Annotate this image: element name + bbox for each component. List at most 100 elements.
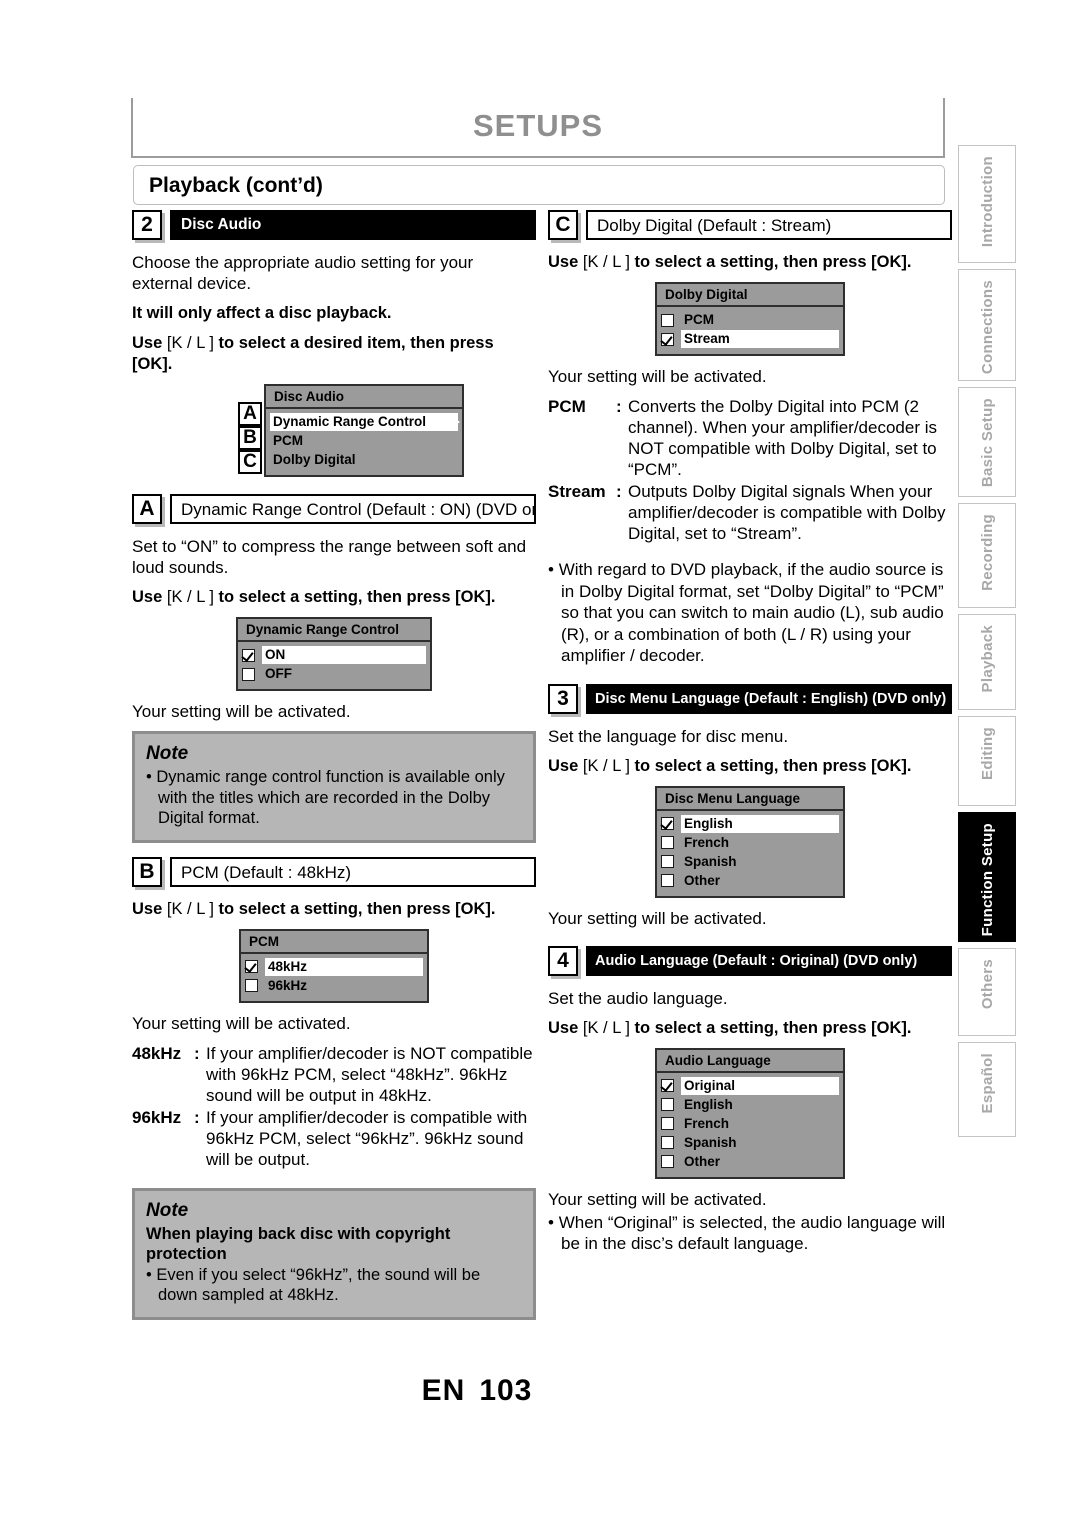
osd-menu-title: PCM: [241, 930, 427, 954]
checkbox-checked-icon[interactable]: [242, 648, 255, 662]
instruction-post: to select a setting, then press [OK].: [218, 899, 496, 918]
osd-item[interactable]: French: [661, 834, 839, 852]
subsection-header-dolby-digital: C Dolby Digital (Default : Stream): [548, 210, 952, 242]
definition-text: Outputs Dolby Digital signals When your …: [628, 482, 946, 543]
osd-item[interactable]: 96kHz: [245, 977, 423, 995]
section-title: Playback (cont’d): [149, 174, 323, 197]
instruction-pre: Use: [132, 899, 163, 918]
subsection-header-dynamic-range: A Dynamic Range Control (Default : ON) (…: [132, 494, 536, 526]
osd-menu-dynamic-range-control[interactable]: Dynamic Range Control ON OFF: [236, 617, 432, 691]
sidebar-tab-introduction[interactable]: Introduction: [958, 145, 1016, 263]
disc-audio-menu-group: A B C Disc Audio Dynamic Range Control P…: [132, 384, 536, 480]
osd-item[interactable]: Spanish: [661, 853, 839, 871]
tab-label: Editing: [978, 727, 996, 780]
osd-menu-title: Disc Menu Language: [657, 787, 843, 811]
checkbox-empty-icon[interactable]: [661, 855, 674, 868]
osd-menu-title: Audio Language: [657, 1049, 843, 1073]
osd-item[interactable]: OFF: [242, 665, 426, 683]
checkbox-checked-icon[interactable]: [245, 960, 258, 973]
dolby-activated: Your setting will be activated.: [548, 367, 767, 386]
instruction-pre: Use: [548, 756, 579, 775]
subsection-letter: B: [132, 856, 162, 887]
sidebar-tab-others[interactable]: Others: [958, 948, 1016, 1036]
note-title: Note: [146, 1199, 189, 1221]
instruction-keys: [K / L ]: [582, 1018, 630, 1037]
instruction-pre: Use: [132, 588, 163, 606]
definition-term: 48kHz: [132, 1043, 182, 1063]
sidebar-tab-recording[interactable]: Recording: [958, 503, 1016, 608]
osd-item-label: Spanish: [684, 1134, 737, 1150]
osd-menu-audio-language[interactable]: Audio Language Original English French S…: [655, 1047, 845, 1179]
osd-menu-disc-audio[interactable]: Disc Audio Dynamic Range Control PCM Dol…: [264, 384, 464, 477]
osd-item[interactable]: ON: [242, 646, 426, 664]
osd-item-label: PCM: [684, 312, 714, 327]
osd-item[interactable]: English: [661, 814, 839, 833]
footer-language-code: EN: [421, 1374, 466, 1407]
osd-menu-dolby-digital[interactable]: Dolby Digital PCM Stream: [655, 282, 845, 356]
definition-colon: :: [194, 1107, 200, 1127]
sidebar-tab-editing[interactable]: Editing: [958, 716, 1016, 806]
osd-menu-pcm[interactable]: PCM 48kHz 96kHz: [239, 928, 429, 1003]
osd-menu-group-dynamic-range: Dynamic Range Control ON OFF: [132, 617, 536, 691]
tab-label: Function Setup: [978, 823, 996, 937]
definition-term: 96kHz: [132, 1107, 182, 1127]
tab-label: Others: [978, 959, 996, 1010]
checkbox-empty-icon[interactable]: [661, 836, 674, 849]
osd-item[interactable]: Dynamic Range Control: [270, 413, 460, 431]
checkbox-checked-icon[interactable]: [661, 332, 674, 346]
sidebar-tab-espanol[interactable]: Español: [958, 1042, 1016, 1137]
checkbox-empty-icon[interactable]: [661, 874, 674, 887]
dynamic-range-activated: Your setting will be activated.: [132, 702, 351, 721]
checkbox-checked-icon[interactable]: [661, 1079, 674, 1092]
osd-item[interactable]: Original: [661, 1076, 839, 1095]
disc-menu-language-desc: Set the language for disc menu.: [548, 726, 789, 746]
osd-item[interactable]: Spanish: [661, 1134, 839, 1152]
sidebar-tab-playback[interactable]: Playback: [958, 614, 1016, 710]
sidebar-tab-connections[interactable]: Connections: [958, 269, 1016, 381]
checkbox-empty-icon[interactable]: [661, 1098, 674, 1111]
section-number: 3: [548, 683, 578, 714]
page-title: SETUPS: [472, 108, 604, 143]
sidebar-tab-function-setup[interactable]: Function Setup: [958, 812, 1016, 942]
osd-item[interactable]: Stream: [661, 330, 839, 348]
osd-menu-title: Dynamic Range Control: [238, 619, 430, 642]
osd-item[interactable]: 48kHz: [245, 957, 423, 976]
definition-row: PCM : Converts the Dolby Digital into PC…: [548, 396, 952, 480]
chevron-right-icon: [448, 414, 460, 430]
osd-item[interactable]: PCM: [270, 432, 458, 450]
osd-item[interactable]: PCM: [661, 311, 839, 329]
tab-label: Introduction: [978, 156, 996, 248]
osd-item-label: Other: [684, 872, 721, 888]
definition-text: If your amplifier/decoder is compatible …: [206, 1107, 528, 1169]
osd-item[interactable]: French: [661, 1115, 839, 1133]
instruction-pre: Use: [548, 253, 579, 271]
tab-label: Basic Setup: [978, 398, 996, 488]
subsection-label: PCM (Default : 48kHz): [170, 856, 536, 887]
checkbox-checked-icon[interactable]: [661, 817, 674, 830]
disc-audio-instruction: Use [K / L ] to select a desired item, t…: [132, 333, 536, 375]
dolby-bullet-text: With regard to DVD playback, if the audi…: [558, 560, 944, 665]
osd-menu-disc-menu-language[interactable]: Disc Menu Language English French Spanis…: [655, 785, 845, 898]
side-tab-strip: Introduction Connections Basic Setup Rec…: [958, 145, 1016, 1143]
osd-item-label: ON: [262, 646, 426, 664]
osd-item[interactable]: Dolby Digital: [270, 451, 458, 469]
section-label: Disc Audio: [170, 210, 536, 240]
instruction-keys: [K / L ]: [582, 253, 630, 271]
sidebar-tab-basic-setup[interactable]: Basic Setup: [958, 387, 1016, 497]
osd-item[interactable]: Other: [661, 1153, 839, 1171]
checkbox-empty-icon[interactable]: [242, 667, 255, 681]
checkbox-empty-icon[interactable]: [661, 1136, 674, 1149]
disc-menu-language-instruction: Use [K / L ] to select a setting, then p…: [548, 756, 952, 777]
checkbox-empty-icon[interactable]: [661, 313, 674, 327]
definition-row: Stream : Outputs Dolby Digital signals W…: [548, 481, 952, 544]
checkbox-empty-icon[interactable]: [245, 979, 258, 992]
checkbox-empty-icon[interactable]: [661, 1117, 674, 1130]
osd-item[interactable]: English: [661, 1096, 839, 1114]
note-box-copyright: Note When playing back disc with copyrig…: [132, 1187, 536, 1320]
section-label: Disc Menu Language (Default : English) (…: [586, 683, 952, 714]
osd-menu-group-disc-menu-language: Disc Menu Language English French Spanis…: [548, 785, 952, 898]
checkbox-empty-icon[interactable]: [661, 1155, 674, 1168]
osd-item[interactable]: Other: [661, 872, 839, 890]
subsection-label: Dolby Digital (Default : Stream): [586, 210, 952, 240]
definition-term: PCM: [548, 397, 586, 416]
